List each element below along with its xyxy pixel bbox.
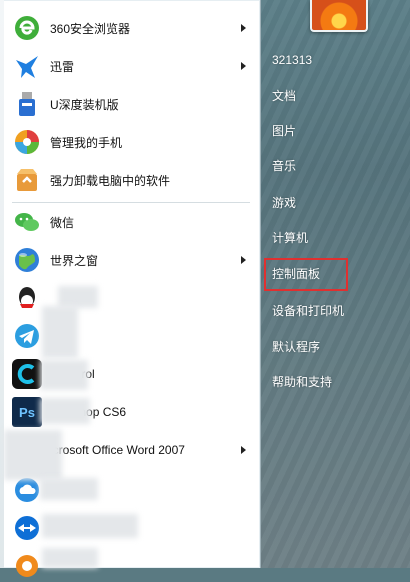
redaction-blur [40,398,90,424]
program-label: 360安全浏览器 [50,21,131,36]
redaction-blur [58,286,98,308]
user-name-link[interactable]: 321313 [272,51,390,69]
menu-help-support[interactable]: 帮助和支持 [272,373,390,391]
control-panel-highlight [264,258,348,291]
program-item-xunlei[interactable]: 迅雷 [8,48,254,84]
program-label: 迅雷 [50,59,75,74]
xunlei-icon [12,51,42,81]
submenu-arrow-icon[interactable] [241,446,246,454]
program-label: 管理我的手机 [50,135,123,150]
telegram-icon [12,321,42,351]
submenu-arrow-icon[interactable] [241,24,246,32]
redaction-blur [40,360,88,390]
photoshop-icon: Ps [12,397,42,427]
uninstall-icon [12,165,42,195]
qq-icon [12,283,42,313]
menu-devices-printers[interactable]: 设备和打印机 [272,302,390,320]
submenu-arrow-icon[interactable] [241,256,246,264]
program-item-uninstall[interactable]: 强力卸载电脑中的软件 [8,162,254,198]
program-label: 世界之窗 [50,253,99,268]
360-browser-icon [12,13,42,43]
user-avatar[interactable] [310,0,368,32]
media-icon [12,549,42,579]
menu-computer[interactable]: 计算机 [272,229,390,247]
separator [12,202,250,203]
program-item-udeepin[interactable]: U深度装机版 [8,86,254,122]
program-item-phone-manager[interactable]: 管理我的手机 [8,124,254,160]
program-label: 微信 [50,215,75,230]
program-item-wechat[interactable]: 微信 [8,204,254,240]
redaction-blur [42,548,98,568]
redaction-blur [4,430,62,480]
control-app-icon [12,359,42,389]
wechat-icon [12,207,42,237]
photoshop-badge: Ps [19,404,35,420]
menu-games[interactable]: 游戏 [272,194,390,212]
program-label: icrosoft Office Word 2007 [50,443,185,457]
program-label: 强力卸载电脑中的软件 [50,173,171,188]
menu-music[interactable]: 音乐 [272,157,390,175]
usb-drive-icon [12,89,42,119]
menu-pictures[interactable]: 图片 [272,122,390,140]
redaction-blur [42,306,78,358]
program-label: U深度装机版 [50,97,119,112]
program-item-world-window[interactable]: 世界之窗 [8,242,254,278]
teamviewer-icon [12,513,42,543]
program-item-360-browser[interactable]: 360安全浏览器 [8,10,254,46]
menu-documents[interactable]: 文档 [272,87,390,105]
world-window-icon [12,245,42,275]
menu-default-programs[interactable]: 默认程序 [272,338,390,356]
redaction-blur [40,478,98,500]
submenu-arrow-icon[interactable] [241,62,246,70]
phone-manager-icon [12,127,42,157]
redaction-blur [42,514,138,538]
